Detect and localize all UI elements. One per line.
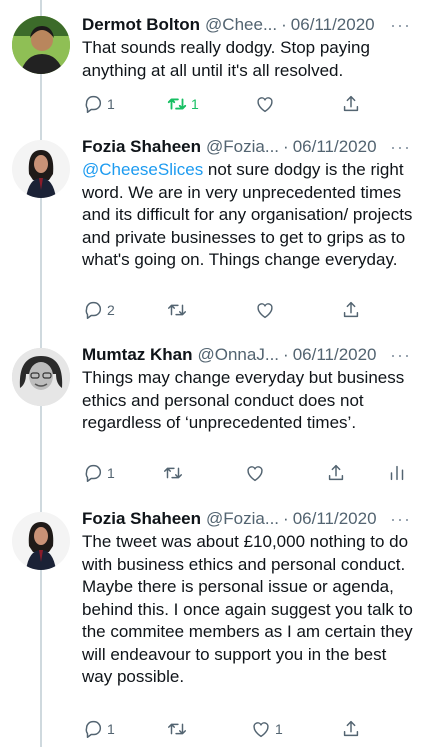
tweet-date[interactable]: 06/11/2020	[293, 136, 377, 158]
retweet-button[interactable]	[166, 299, 188, 321]
avatar[interactable]	[12, 348, 70, 406]
tweet-header: Fozia Shaheen @Fozia... · 06/11/2020 ···	[82, 136, 419, 158]
tweet-header: Mumtaz Khan @OnnaJ... · 06/11/2020 ···	[82, 344, 419, 366]
tweet-text: The tweet was about £10,000 nothing to d…	[82, 532, 413, 686]
heart-icon	[257, 303, 273, 319]
more-options-icon[interactable]: ···	[390, 138, 419, 156]
reply-icon	[85, 720, 102, 738]
tweet-date[interactable]: 06/11/2020	[291, 14, 375, 36]
tweet-text: @CheeseSlices not sure dodgy is the righ…	[82, 159, 419, 272]
like-button[interactable]	[244, 462, 266, 484]
separator-dot: ·	[283, 509, 289, 528]
reply-icon	[85, 301, 102, 319]
reply-count: 1	[107, 721, 115, 737]
user-handle[interactable]: @Fozia...	[206, 136, 279, 158]
retweet-icon	[168, 723, 186, 735]
reply-button[interactable]: 1	[82, 718, 115, 740]
display-name[interactable]: Fozia Shaheen	[82, 136, 201, 158]
share-icon	[343, 720, 359, 737]
display-name[interactable]: Mumtaz Khan	[82, 344, 193, 366]
tweet[interactable]: Mumtaz Khan @OnnaJ... · 06/11/2020 ··· T…	[0, 344, 429, 494]
more-options-icon[interactable]: ···	[390, 510, 419, 528]
heart-icon	[257, 97, 273, 113]
tweet-actions: 1 1	[82, 718, 422, 742]
share-button[interactable]	[340, 718, 362, 740]
separator-dot: ·	[283, 345, 289, 364]
separator-dot: ·	[283, 137, 289, 156]
share-icon	[343, 301, 359, 318]
user-handle[interactable]: @Fozia...	[206, 508, 279, 530]
reply-count: 1	[107, 465, 115, 481]
tweet-date[interactable]: 06/11/2020	[293, 344, 377, 366]
tweet[interactable]: Fozia Shaheen @Fozia... · 06/11/2020 ···…	[0, 508, 429, 747]
reply-icon	[85, 95, 102, 113]
tweet-actions: 1 1	[82, 93, 422, 117]
like-button[interactable]	[254, 93, 276, 115]
reply-button[interactable]: 1	[82, 93, 115, 115]
tweet-text: That sounds really dodgy. Stop paying an…	[82, 38, 370, 80]
separator-dot: ·	[281, 15, 287, 34]
like-button[interactable]	[254, 299, 276, 321]
reply-button[interactable]: 1	[82, 462, 115, 484]
mention-link[interactable]: @CheeseSlices	[82, 160, 203, 179]
user-handle[interactable]: @Chee...	[205, 14, 277, 36]
tweet-header: Dermot Bolton @Chee... · 06/11/2020 ···	[82, 14, 419, 36]
display-name[interactable]: Fozia Shaheen	[82, 508, 201, 530]
more-options-icon[interactable]: ···	[390, 16, 419, 34]
retweet-button[interactable]	[162, 462, 184, 484]
retweet-button[interactable]: 1	[166, 93, 199, 115]
share-button[interactable]	[340, 299, 362, 321]
retweet-button[interactable]	[166, 718, 188, 740]
retweet-icon	[164, 467, 182, 479]
avatar-image	[12, 16, 70, 74]
display-name[interactable]: Dermot Bolton	[82, 14, 200, 36]
reply-count: 1	[107, 96, 115, 112]
retweet-icon	[168, 304, 186, 316]
analytics-button[interactable]	[386, 462, 408, 484]
tweet-actions: 1	[82, 462, 422, 486]
avatar-image	[12, 140, 70, 198]
tweet[interactable]: Fozia Shaheen @Fozia... · 06/11/2020 ···…	[0, 136, 429, 336]
reply-icon	[85, 464, 102, 482]
tweet-header: Fozia Shaheen @Fozia... · 06/11/2020 ···	[82, 508, 419, 530]
share-icon	[343, 95, 359, 112]
avatar-image	[12, 348, 70, 406]
more-options-icon[interactable]: ···	[390, 346, 419, 364]
tweet-date[interactable]: 06/11/2020	[293, 508, 377, 530]
avatar-image	[12, 512, 70, 570]
tweet[interactable]: Dermot Bolton @Chee... · 06/11/2020 ··· …	[0, 14, 429, 124]
heart-icon	[247, 466, 263, 482]
share-button[interactable]	[325, 462, 347, 484]
avatar[interactable]	[12, 512, 70, 570]
like-button[interactable]: 1	[250, 718, 283, 740]
reply-count: 2	[107, 302, 115, 318]
user-handle[interactable]: @OnnaJ...	[198, 344, 280, 366]
analytics-icon	[390, 465, 404, 481]
avatar[interactable]	[12, 16, 70, 74]
retweet-icon	[167, 98, 187, 110]
share-button[interactable]	[340, 93, 362, 115]
like-count: 1	[275, 721, 283, 737]
share-icon	[328, 464, 344, 481]
avatar[interactable]	[12, 140, 70, 198]
retweet-count: 1	[191, 96, 199, 112]
heart-icon	[253, 722, 269, 738]
tweet-actions: 2	[82, 299, 422, 323]
reply-button[interactable]: 2	[82, 299, 115, 321]
tweet-text: Things may change everyday but business …	[82, 368, 405, 432]
